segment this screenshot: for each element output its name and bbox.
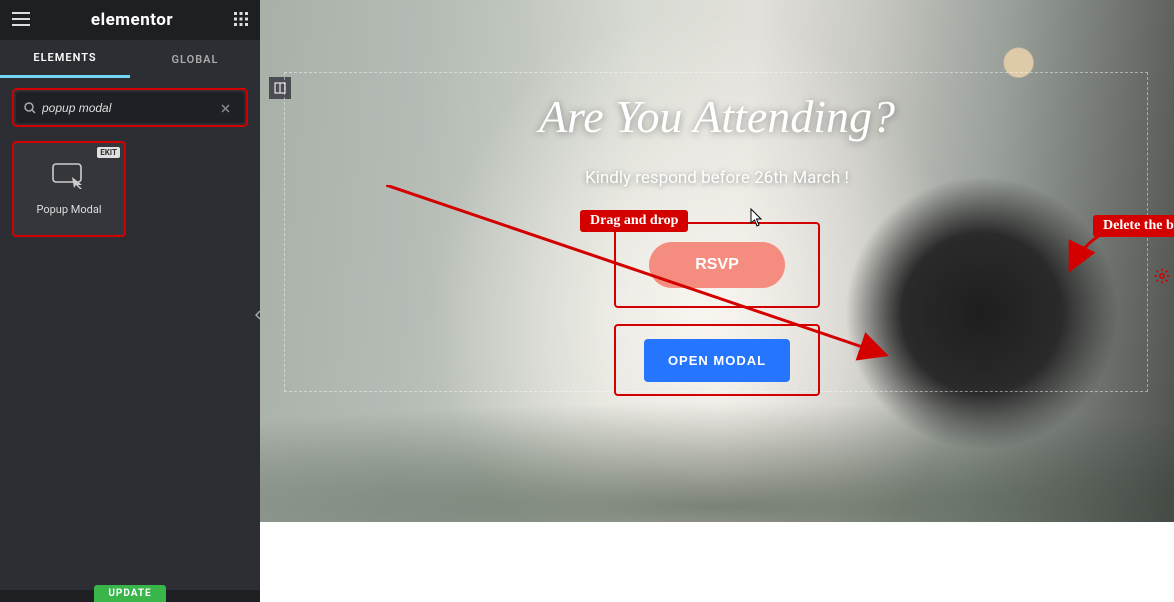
tab-elements[interactable]: ELEMENTS [0,40,130,78]
rsvp-highlight: RSVP [614,222,820,308]
search-icon [24,102,36,114]
widget-badge: EKIT [97,147,120,158]
sidebar-tabs: ELEMENTS GLOBAL [0,40,260,78]
grid-icon[interactable] [234,11,248,30]
update-button[interactable]: UPDATE [94,585,165,602]
menu-icon[interactable] [12,11,30,30]
open-modal-button[interactable]: OPEN MODAL [644,339,790,382]
page-title: Are You Attending? [260,90,1174,143]
rsvp-button[interactable]: RSVP [649,242,785,288]
widget-popup-modal[interactable]: EKIT Popup Modal [12,141,126,237]
annotation-delete: Delete the button [1093,215,1174,237]
app-logo: elementor [91,10,173,30]
canvas: Are You Attending? Kindly respond before… [260,0,1174,602]
cursor-icon [750,208,764,232]
gear-icon[interactable] [1154,268,1170,288]
search-input[interactable] [42,101,221,115]
tab-global[interactable]: GLOBAL [130,40,260,78]
sidebar-topbar: elementor [0,0,260,40]
page-subtitle: Kindly respond before 26th March ! [260,168,1174,188]
annotation-drag-drop: Drag and drop [580,210,688,232]
open-modal-highlight: OPEN MODAL [614,324,820,396]
widget-label: Popup Modal [36,203,101,216]
search-box-highlight [12,88,248,127]
clear-search-icon[interactable] [221,98,236,117]
hero-section: Are You Attending? Kindly respond before… [260,0,1174,522]
sidebar-bottombar: UPDATE [0,590,260,602]
popup-modal-icon [52,163,86,193]
sidebar: elementor ELEMENTS GLOBAL EKIT [0,0,260,602]
